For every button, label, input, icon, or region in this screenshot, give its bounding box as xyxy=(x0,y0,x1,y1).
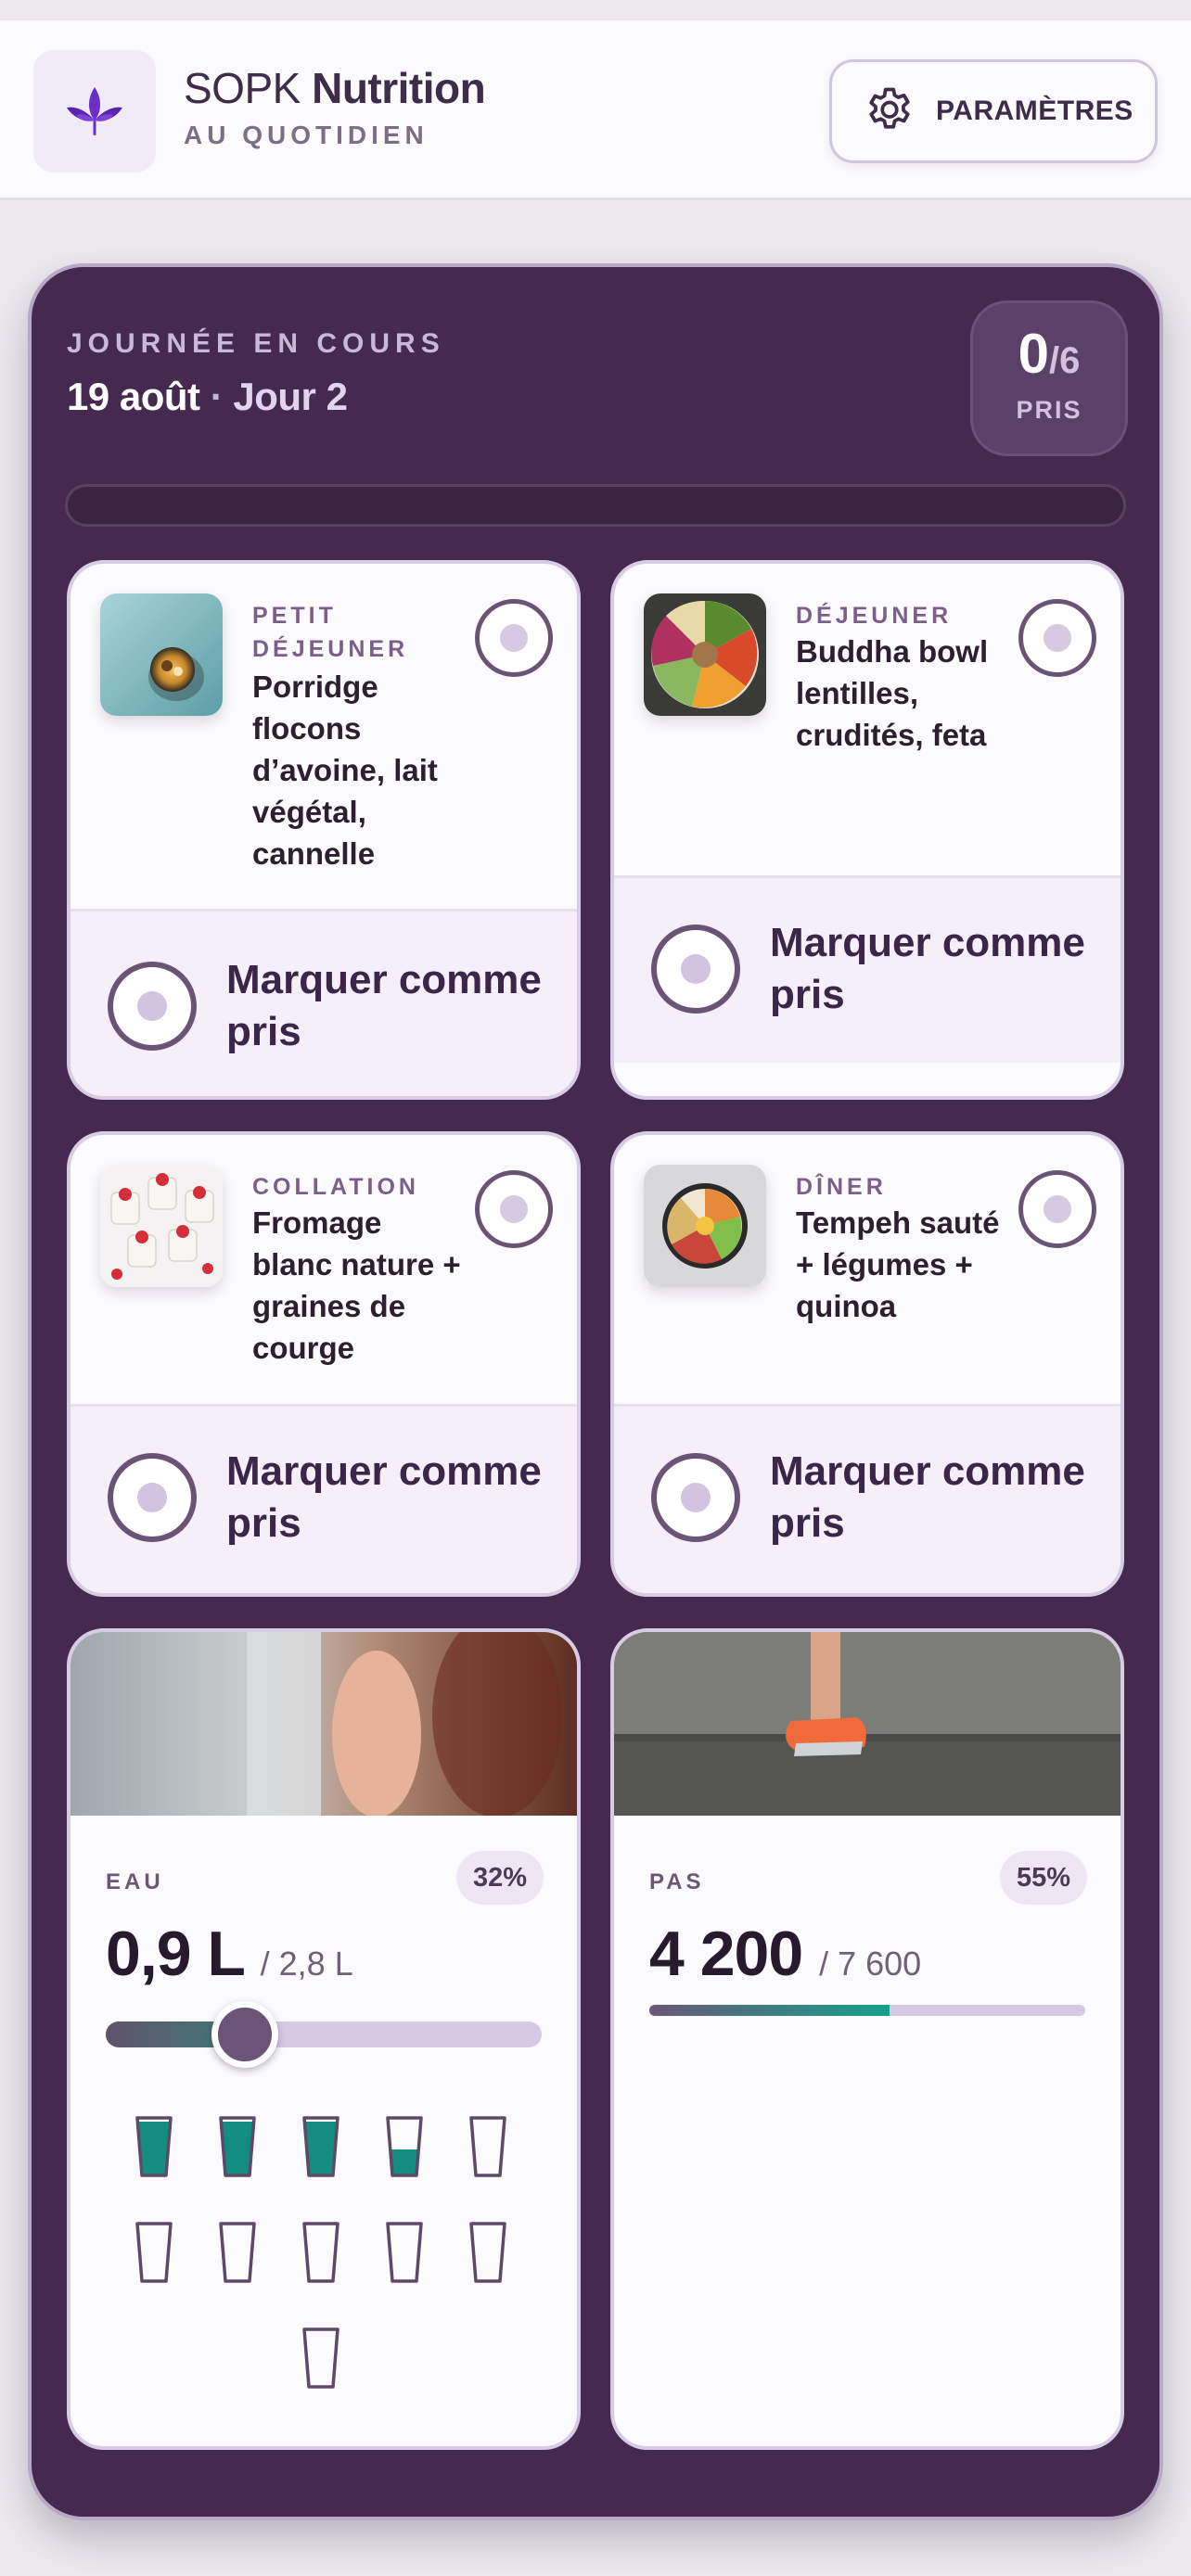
day-separator: · xyxy=(210,375,224,418)
steps-value: 4 200 xyxy=(649,1919,803,1989)
settings-button[interactable]: PARAMÈTRES xyxy=(829,59,1158,163)
mark-taken-label: Marquer comme pris xyxy=(770,1448,1085,1546)
app-title: SOPK Nutrition xyxy=(184,63,486,113)
mark-taken-label: Marquer comme pris xyxy=(770,920,1085,1017)
meal-title: Fromage blanc nature + graines de courge xyxy=(252,1205,461,1365)
steps-goal: / 7 600 xyxy=(819,1945,922,1983)
taken-value: 0 xyxy=(1018,323,1049,385)
meal-title: Porridge flocons d’avoine, lait végétal,… xyxy=(252,670,438,871)
app-title-bold: Nutrition xyxy=(312,64,486,112)
water-glass-icon[interactable] xyxy=(134,2220,174,2285)
water-goal: / 2,8 L xyxy=(260,1945,353,1983)
app-subtitle: AU QUOTIDIEN xyxy=(184,121,429,149)
water-glass-icon[interactable] xyxy=(217,2114,258,2179)
water-value: 0,9 L xyxy=(106,1919,245,1989)
tempeh-bowl-photo xyxy=(644,1165,766,1287)
taken-count: 0/6 xyxy=(973,322,1125,386)
mark-taken-button[interactable]: Marquer comme pris xyxy=(70,909,577,1096)
steps-percent-badge: 55% xyxy=(999,1851,1087,1905)
mark-taken-label: Marquer comme pris xyxy=(226,1448,542,1546)
fromage-blanc-photo xyxy=(100,1165,223,1287)
mark-taken-button[interactable]: Marquer comme pris xyxy=(614,1404,1121,1593)
water-glass-icon[interactable] xyxy=(467,2114,508,2179)
water-glass-icon[interactable] xyxy=(217,2220,258,2285)
steps-amount: 4 200 / 7 600 xyxy=(649,1918,921,1990)
steps-tracker-card: PAS 55% 4 200 / 7 600 xyxy=(610,1628,1124,2450)
lotus-icon xyxy=(67,87,122,135)
mark-taken-label: Marquer comme pris xyxy=(226,957,542,1054)
meal-card-breakfast: PETIT DÉJEUNER Porridge flocons d’avoine… xyxy=(67,560,581,1100)
water-kicker: EAU xyxy=(106,1869,164,1894)
mark-taken-radio[interactable] xyxy=(108,1453,197,1542)
water-slider[interactable] xyxy=(106,2001,542,2068)
app-logo xyxy=(33,50,156,172)
steps-progress-fill xyxy=(649,2005,890,2016)
meal-check-radio[interactable] xyxy=(475,599,553,677)
meal-category: DÉJEUNER xyxy=(796,603,953,629)
mark-taken-button[interactable]: Marquer comme pris xyxy=(614,875,1121,1063)
day-kicker: JOURNÉE EN COURS xyxy=(67,328,445,359)
app-header: SOPK Nutrition AU QUOTIDIEN PARAMÈTRES xyxy=(0,20,1191,200)
buddha-bowl-photo xyxy=(644,593,766,716)
meal-category: DÎNER xyxy=(796,1174,887,1200)
mark-taken-radio[interactable] xyxy=(651,925,740,1014)
water-glass-icon[interactable] xyxy=(301,2326,341,2391)
water-glass-icon[interactable] xyxy=(134,2114,174,2179)
steps-kicker: PAS xyxy=(649,1869,705,1894)
day-title: 19 août · Jour 2 xyxy=(67,375,348,419)
gear-icon xyxy=(869,87,910,129)
meal-category: COLLATION xyxy=(252,1174,419,1200)
taken-counter: 0/6 PRIS xyxy=(970,300,1128,456)
settings-label: PARAMÈTRES xyxy=(936,96,1133,126)
mark-taken-button[interactable]: Marquer comme pris xyxy=(70,1404,577,1593)
mark-taken-radio[interactable] xyxy=(108,962,197,1051)
day-progress-bar xyxy=(65,484,1126,527)
running-shoe-photo xyxy=(614,1632,1121,1816)
water-glass-icon[interactable] xyxy=(467,2220,508,2285)
mark-taken-radio[interactable] xyxy=(651,1453,740,1542)
meal-category: PETIT DÉJEUNER xyxy=(252,603,409,662)
water-glass-photo xyxy=(70,1632,577,1816)
day-date: 19 août xyxy=(67,375,200,418)
taken-label: PRIS xyxy=(1016,396,1082,424)
meal-check-radio[interactable] xyxy=(475,1170,553,1248)
meal-check-radio[interactable] xyxy=(1018,1170,1096,1248)
water-glass-icon[interactable] xyxy=(384,2114,425,2179)
day-number: Jour 2 xyxy=(233,375,348,418)
water-tracker-card: EAU 32% 0,9 L / 2,8 L xyxy=(67,1628,581,2450)
meal-title: Buddha bowl lentilles, crudités, feta xyxy=(796,634,989,752)
water-amount: 0,9 L / 2,8 L xyxy=(106,1918,353,1990)
water-glass-icon[interactable] xyxy=(301,2220,341,2285)
taken-total: /6 xyxy=(1049,340,1081,381)
water-slider-handle[interactable] xyxy=(211,2001,279,2068)
meal-title: Tempeh sauté + légumes + quinoa xyxy=(796,1205,1000,1323)
meal-card-snack: COLLATION Fromage blanc nature + graines… xyxy=(67,1131,581,1597)
porridge-photo xyxy=(100,593,223,716)
water-glass-icon[interactable] xyxy=(384,2220,425,2285)
water-percent-badge: 32% xyxy=(455,1851,544,1905)
meal-check-radio[interactable] xyxy=(1018,599,1096,677)
meal-card-dinner: DÎNER Tempeh sauté + légumes + quinoa Ma… xyxy=(610,1131,1124,1597)
water-glass-icon[interactable] xyxy=(301,2114,341,2179)
steps-progress-bar xyxy=(649,2005,1085,2016)
app-title-light: SOPK xyxy=(184,64,301,112)
meal-card-lunch: DÉJEUNER Buddha bowl lentilles, crudités… xyxy=(610,560,1124,1100)
